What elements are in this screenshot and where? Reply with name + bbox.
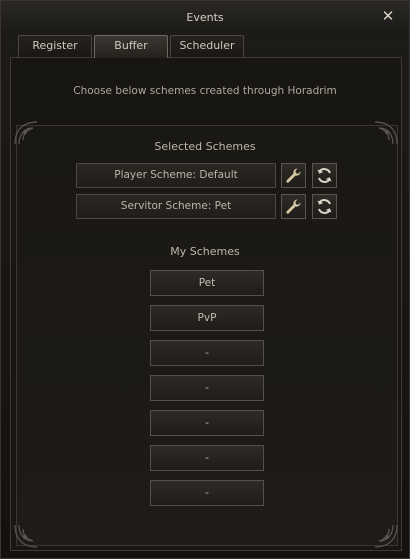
scheme-button-empty[interactable]: - [150,375,264,401]
window-title: Events [186,11,224,24]
my-schemes-title: My Schemes [170,245,240,258]
ornament-icon [14,524,38,548]
events-window: Events ✕ Register Buffer Scheduler Choos… [0,0,410,559]
edit-servitor-scheme-button[interactable] [281,194,306,219]
swap-servitor-scheme-button[interactable] [312,194,337,219]
close-icon[interactable]: ✕ [381,8,395,24]
refresh-icon [317,199,332,214]
selected-schemes-title: Selected Schemes [154,140,256,153]
tab-label: Scheduler [179,39,235,52]
tab-buffer[interactable]: Buffer [94,35,168,58]
title-bar[interactable]: Events ✕ [1,1,409,35]
player-scheme-field: Player Scheme: Default [76,163,276,188]
scheme-button-empty[interactable]: - [150,410,264,436]
intro-text: Choose below schemes created through Hor… [73,85,337,97]
tab-label: Register [32,39,78,52]
edit-player-scheme-button[interactable] [281,163,306,188]
tab-scheduler[interactable]: Scheduler [170,35,244,57]
scheme-button-empty[interactable]: - [150,340,264,366]
scheme-button-pvp[interactable]: PvP [150,305,264,331]
tab-label: Buffer [114,39,148,52]
scheme-button-pet[interactable]: Pet [150,270,264,296]
wrench-icon [286,199,301,214]
wrench-icon [286,168,301,183]
tab-register[interactable]: Register [18,35,92,57]
ornament-icon [374,524,398,548]
refresh-icon [317,168,332,183]
servitor-scheme-field: Servitor Scheme: Pet [76,194,276,219]
swap-player-scheme-button[interactable] [312,163,337,188]
scheme-button-empty[interactable]: - [150,445,264,471]
scheme-button-empty[interactable]: - [150,480,264,506]
